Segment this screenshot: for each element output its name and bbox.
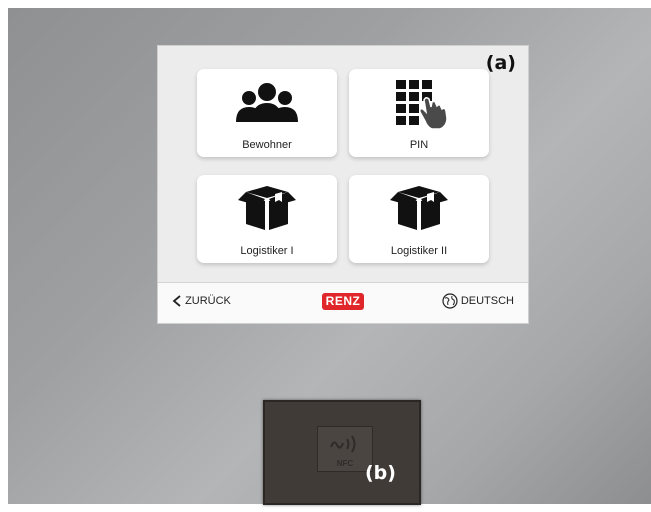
bottom-bar: ZURÜCK RENZ DEUTSCH xyxy=(158,282,528,323)
tile-label: Logistiker I xyxy=(240,245,294,257)
chevron-left-icon xyxy=(172,295,181,307)
device-panel: (a) Bewohner PIN Logistiker I Logistiker… xyxy=(8,8,651,505)
users-icon xyxy=(236,83,298,122)
touch-screen: (a) Bewohner PIN Logistiker I Logistiker… xyxy=(157,45,529,324)
keypad-tap-icon xyxy=(396,80,448,130)
tile-logistiker-2[interactable]: Logistiker II xyxy=(349,175,489,263)
tile-label: Logistiker II xyxy=(390,245,448,257)
tile-label: Bewohner xyxy=(242,139,292,151)
tile-bewohner[interactable]: Bewohner xyxy=(197,69,337,157)
package-icon xyxy=(238,186,296,230)
package-icon xyxy=(390,186,448,230)
nfc-icon xyxy=(330,435,356,453)
screen-callout-label: (a) xyxy=(485,52,516,74)
back-label: ZURÜCK xyxy=(185,295,231,308)
tile-pin[interactable]: PIN xyxy=(349,69,489,157)
tile-label: PIN xyxy=(409,139,429,151)
language-button[interactable]: DEUTSCH xyxy=(442,293,514,309)
nfc-text: NFC xyxy=(336,459,354,468)
reader-callout-label: (b) xyxy=(365,462,396,484)
nfc-reader[interactable]: NFC (b) xyxy=(263,400,421,505)
tile-logistiker-1[interactable]: Logistiker I xyxy=(197,175,337,263)
language-label: DEUTSCH xyxy=(460,295,514,307)
back-button[interactable]: ZURÜCK xyxy=(172,295,231,307)
renz-logo: RENZ xyxy=(322,293,364,310)
globe-icon xyxy=(442,293,458,309)
